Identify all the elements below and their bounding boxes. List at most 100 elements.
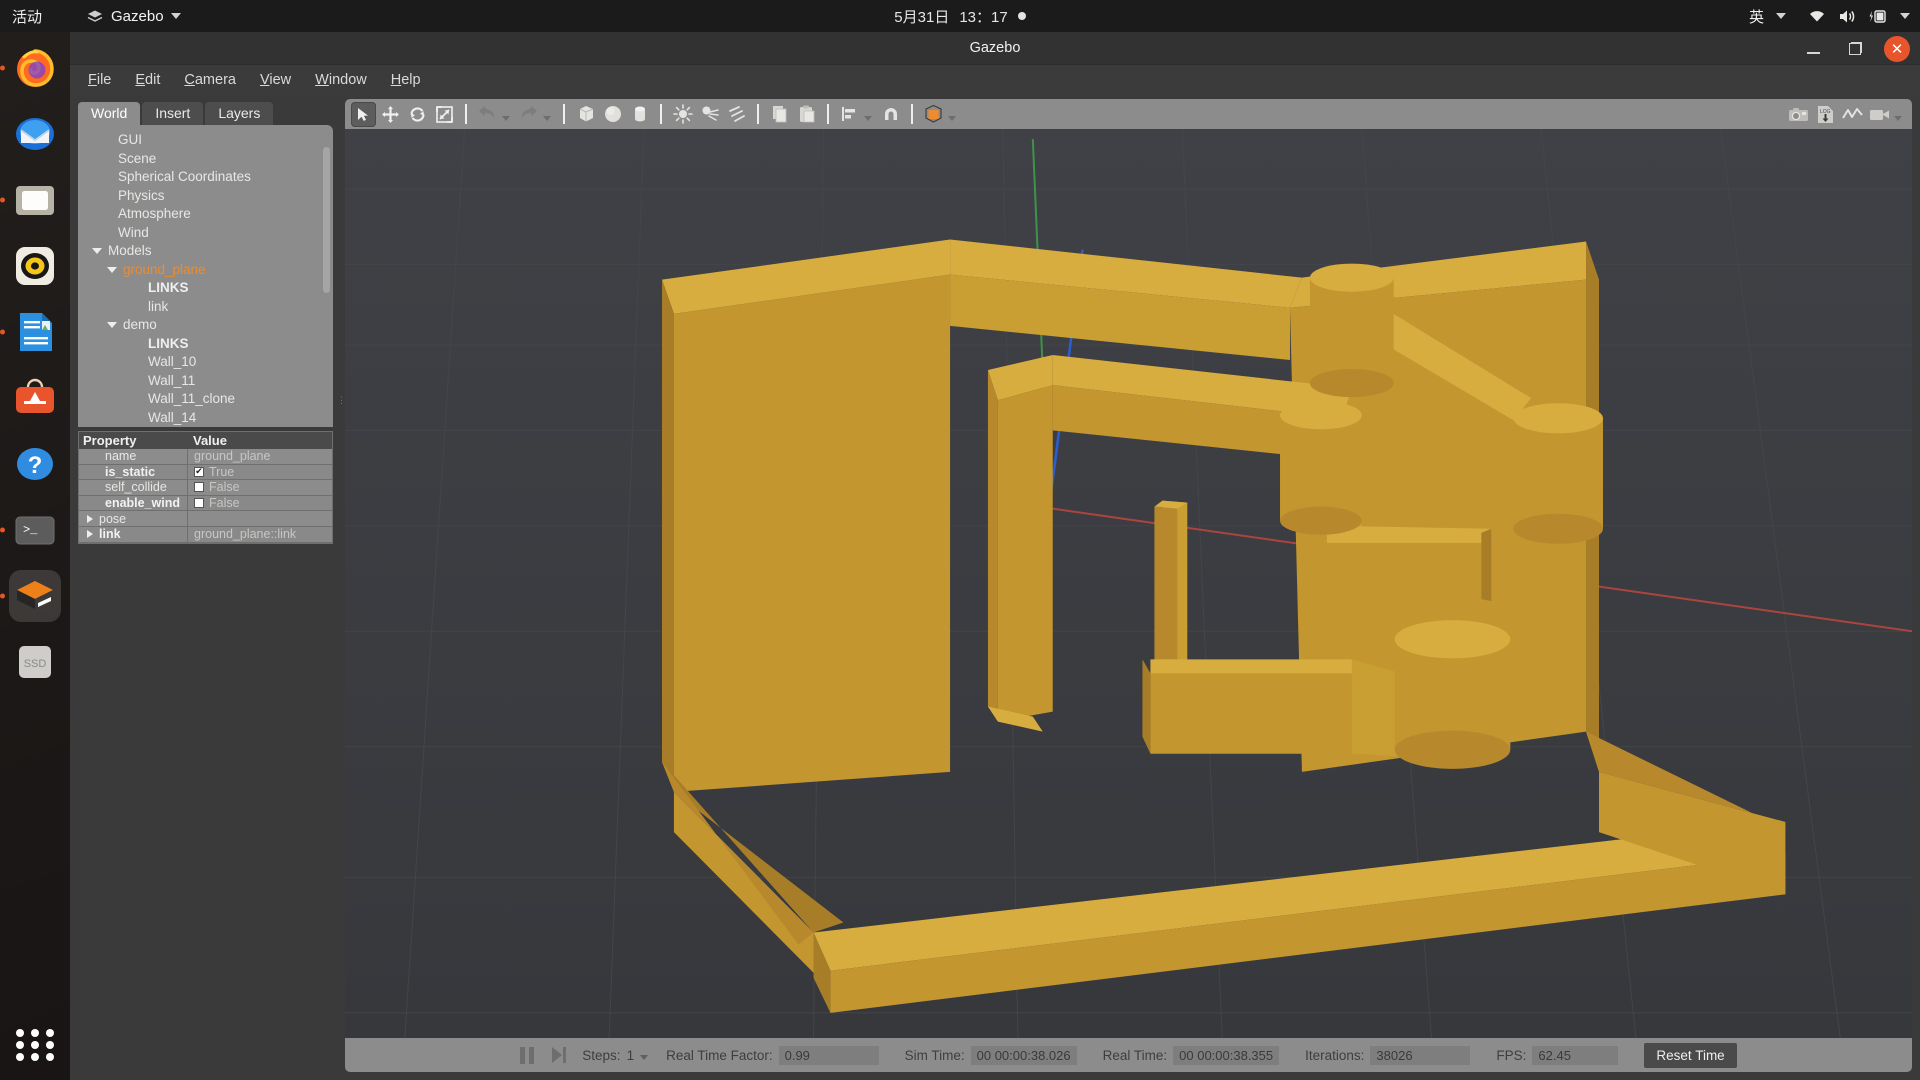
chevron-down-icon[interactable] (107, 266, 117, 273)
app-menu-button[interactable]: Gazebo (86, 7, 181, 25)
property-row[interactable]: link ground_plane::link (79, 526, 332, 543)
tree-item[interactable]: Wall_11_clone (78, 390, 333, 409)
property-row[interactable]: enable_wind False (79, 495, 332, 512)
tree-item[interactable]: ground_plane (78, 261, 333, 280)
tree-item[interactable]: Models (78, 242, 333, 261)
activities-button[interactable]: 活动 (12, 6, 42, 27)
dock-item-help[interactable]: ? (9, 438, 61, 490)
tree-item[interactable]: Wall_10 (78, 353, 333, 372)
show-applications-button[interactable] (14, 1024, 56, 1066)
checkbox[interactable] (194, 482, 204, 493)
maximize-button[interactable] (1842, 36, 1868, 62)
view-mode-dropdown[interactable] (948, 115, 956, 121)
steps-value[interactable]: 1 (627, 1048, 635, 1063)
step-forward-button[interactable] (552, 1047, 567, 1063)
clock-time[interactable]: 13：17 (959, 6, 1007, 27)
dock-item-gazebo[interactable] (9, 570, 61, 622)
tree-item[interactable]: Spherical Coordinates (78, 168, 333, 187)
tree-item[interactable]: Physics (78, 187, 333, 206)
tree-item[interactable]: Scene (78, 150, 333, 169)
property-row[interactable]: is_static ✔ True (79, 464, 332, 481)
dock-item-ssd[interactable]: SSD (9, 636, 61, 688)
tab-world[interactable]: World (78, 102, 141, 125)
menu-view[interactable]: View (250, 68, 301, 92)
align-dropdown[interactable] (864, 115, 872, 121)
video-record-button[interactable] (1867, 102, 1892, 127)
chevron-right-icon[interactable] (87, 514, 93, 523)
property-value[interactable] (187, 511, 332, 526)
tree-item[interactable]: Wall_11 (78, 372, 333, 391)
close-button[interactable]: ✕ (1884, 35, 1910, 62)
redo-history-button[interactable] (543, 115, 551, 121)
rotate-mode-button[interactable] (405, 102, 430, 127)
log-record-button[interactable]: LOG (1813, 102, 1838, 127)
dock-item-libreoffice-writer[interactable] (9, 306, 61, 358)
align-button[interactable] (837, 102, 862, 127)
property-value[interactable]: ground_plane (187, 449, 332, 464)
tree-item[interactable]: demo (78, 316, 333, 335)
menu-window[interactable]: Window (305, 68, 377, 92)
tree-item[interactable]: Wall_14 (78, 409, 333, 428)
menu-help[interactable]: Help (381, 68, 431, 92)
insert-cylinder-button[interactable] (627, 102, 652, 127)
property-row[interactable]: pose (79, 511, 332, 527)
select-mode-button[interactable] (351, 101, 376, 127)
dock-item-terminal[interactable]: >_ (9, 504, 61, 556)
scale-mode-button[interactable] (432, 102, 457, 127)
directional-light-button[interactable] (724, 102, 749, 127)
dock-item-firefox[interactable] (9, 42, 61, 94)
tree-scrollbar[interactable] (323, 147, 330, 293)
tree-item[interactable]: Atmosphere (78, 205, 333, 224)
plot-button[interactable] (1840, 102, 1865, 127)
chevron-down-icon[interactable] (107, 322, 117, 329)
minimize-button[interactable] (1800, 36, 1826, 62)
undo-button[interactable] (475, 102, 500, 127)
dock-item-ubuntu-software[interactable] (9, 372, 61, 424)
clock-date[interactable]: 5月31日 (894, 6, 949, 27)
insert-box-button[interactable] (573, 102, 598, 127)
tab-insert[interactable]: Insert (142, 102, 204, 125)
chevron-down-icon[interactable] (1900, 13, 1910, 19)
dock-item-files[interactable] (9, 174, 61, 226)
world-tree[interactable]: GUI Scene Spherical Coordinates Physics Atmo… (78, 125, 333, 427)
copy-button[interactable] (767, 102, 792, 127)
tree-item[interactable]: link (78, 298, 333, 317)
screenshot-button[interactable] (1786, 102, 1811, 127)
panel-resize-handle[interactable]: ⋮ (337, 395, 346, 1080)
property-row[interactable]: name ground_plane (79, 449, 332, 465)
tab-layers[interactable]: Layers (205, 102, 274, 125)
property-value[interactable]: False (187, 495, 332, 511)
spot-light-button[interactable] (697, 102, 722, 127)
chevron-right-icon[interactable] (87, 530, 93, 539)
view-mode-button[interactable] (921, 102, 946, 127)
paste-button[interactable] (794, 102, 819, 127)
checkbox[interactable] (194, 498, 204, 509)
point-light-button[interactable] (670, 102, 695, 127)
menu-camera[interactable]: Camera (174, 68, 246, 92)
pause-button[interactable] (520, 1046, 535, 1064)
checkbox[interactable]: ✔ (194, 466, 204, 477)
property-value[interactable]: ground_plane::link (187, 526, 332, 542)
video-record-dropdown[interactable] (1894, 115, 1902, 121)
property-value[interactable]: ✔ True (187, 464, 332, 480)
steps-dropdown-icon[interactable] (640, 1055, 649, 1060)
tree-item[interactable]: LINKS (78, 335, 333, 354)
tree-item[interactable]: LINKS (78, 279, 333, 298)
translate-mode-button[interactable] (378, 102, 403, 127)
dock-item-rhythmbox[interactable] (9, 240, 61, 292)
dock-item-thunderbird[interactable] (9, 108, 61, 160)
menu-edit[interactable]: Edit (125, 68, 170, 92)
menu-file[interactable]: File (78, 68, 121, 92)
undo-history-button[interactable] (502, 115, 510, 121)
property-row[interactable]: self_collide False (79, 480, 332, 496)
tree-item[interactable]: Wind (78, 224, 333, 243)
keyboard-layout-indicator[interactable]: 英 (1749, 6, 1764, 27)
3d-viewport[interactable] (345, 129, 1912, 1038)
chevron-down-icon[interactable] (92, 248, 102, 255)
reset-time-button[interactable]: Reset Time (1644, 1042, 1737, 1068)
insert-sphere-button[interactable] (600, 102, 625, 127)
property-value[interactable]: False (187, 480, 332, 495)
redo-button[interactable] (516, 102, 541, 127)
snap-button[interactable] (878, 102, 903, 127)
tree-item[interactable]: GUI (78, 131, 333, 150)
